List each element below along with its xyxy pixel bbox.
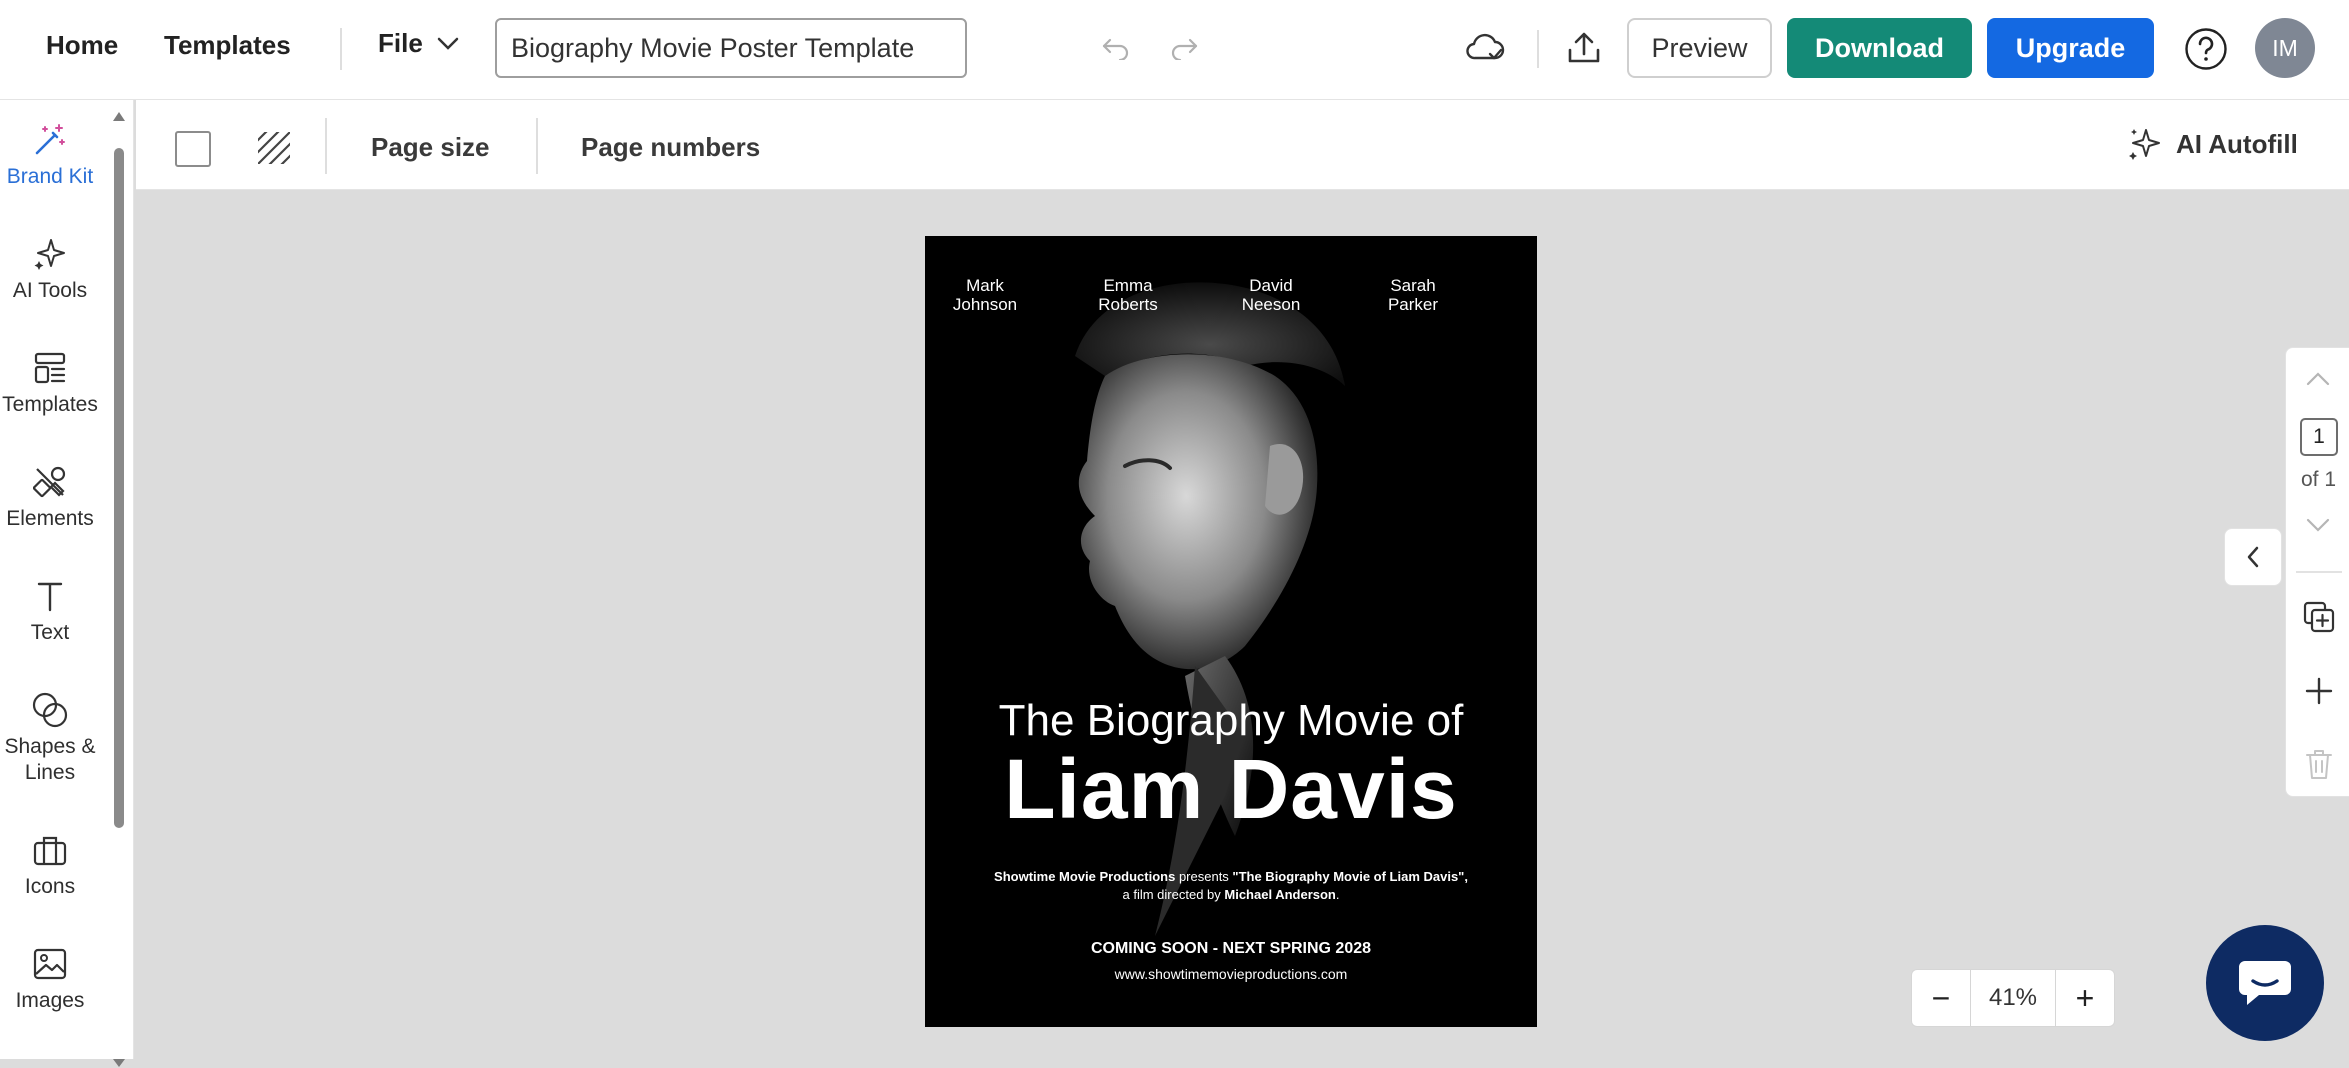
sidebar-item-shapes-lines[interactable]: Shapes & Lines: [0, 690, 100, 786]
image-icon: [32, 944, 68, 984]
credit-directed: a film directed by: [1122, 887, 1225, 902]
cast-last-name: Neeson: [1241, 295, 1301, 314]
divider: [2296, 571, 2342, 573]
credit-presents: presents: [1175, 869, 1233, 884]
pattern-icon[interactable]: [256, 130, 292, 166]
avatar[interactable]: IM: [2255, 18, 2315, 78]
poster-pre-title[interactable]: The Biography Movie of: [925, 696, 1537, 746]
cast-first-name: Mark: [966, 276, 1004, 295]
poster-title[interactable]: Liam Davis: [925, 741, 1537, 838]
elements-icon: [33, 462, 67, 502]
file-menu-label: File: [378, 28, 423, 58]
cast-last-name: Roberts: [1098, 295, 1158, 314]
background-color-swatch[interactable]: [175, 131, 211, 167]
page-count-label: of 1: [2301, 468, 2337, 491]
upgrade-button[interactable]: Upgrade: [1987, 18, 2154, 78]
sidebar-item-label: Templates: [2, 393, 98, 416]
nav-templates[interactable]: Templates: [164, 30, 291, 61]
sidebar-item-images[interactable]: Images: [0, 944, 100, 1014]
zoom-control: − 41% +: [1911, 969, 2115, 1027]
add-page-icon[interactable]: [2304, 676, 2334, 706]
cast-last-name: Johnson: [952, 295, 1018, 314]
zoom-in-button[interactable]: +: [2056, 970, 2114, 1026]
poster-page[interactable]: Mark Johnson Emma Roberts David Neeson S…: [925, 236, 1537, 1027]
sidebar-item-label: Text: [30, 621, 70, 644]
divider: [340, 28, 342, 70]
sidebar-item-elements[interactable]: Elements: [0, 462, 100, 532]
page-numbers-button[interactable]: Page numbers: [581, 132, 760, 163]
trash-icon[interactable]: [2305, 748, 2333, 780]
sidebar-item-brand-kit[interactable]: Brand Kit: [0, 120, 100, 190]
page-panel: 1 of 1: [2285, 347, 2349, 797]
chevron-up-icon[interactable]: [2306, 372, 2330, 386]
sidebar-scrollbar[interactable]: [112, 110, 125, 1067]
upload-icon[interactable]: [1562, 26, 1606, 70]
file-menu[interactable]: File: [378, 28, 459, 59]
poster-coming-soon[interactable]: COMING SOON - NEXT SPRING 2028: [925, 940, 1537, 958]
sidebar-item-label: Icons: [24, 875, 76, 898]
credit-studio: Showtime Movie Productions: [994, 869, 1176, 884]
top-bar: Home Templates File Preview Download Upg…: [0, 0, 2349, 100]
sidebar-item-templates[interactable]: Templates: [0, 348, 100, 418]
shapes-icon: [31, 690, 69, 730]
sidebar-item-text[interactable]: Text: [0, 576, 100, 646]
nav-home[interactable]: Home: [46, 30, 118, 61]
credit-director: Michael Anderson: [1224, 887, 1336, 902]
redo-icon[interactable]: [1166, 30, 1202, 66]
collapse-panel-button[interactable]: [2224, 528, 2282, 586]
sidebar-item-label: Elements: [6, 507, 94, 530]
portrait-image[interactable]: [925, 236, 1537, 1027]
cast-member[interactable]: Mark Johnson: [925, 276, 1045, 314]
sparkles-icon: [2126, 126, 2162, 162]
download-button[interactable]: Download: [1787, 18, 1972, 78]
cast-member[interactable]: David Neeson: [1211, 276, 1331, 314]
templates-icon: [33, 348, 67, 388]
text-icon: [33, 576, 67, 616]
divider: [1537, 30, 1539, 68]
chevron-down-icon[interactable]: [2306, 518, 2330, 532]
chat-bubble-icon: [2235, 957, 2295, 1009]
poster-credit-line-1[interactable]: Showtime Movie Productions presents "The…: [925, 869, 1537, 884]
sidebar-item-label: Brand Kit: [6, 165, 94, 188]
sidebar-item-icons[interactable]: Icons: [0, 830, 100, 900]
poster-url[interactable]: www.showtimemovieproductions.com: [925, 966, 1537, 982]
sidebar-item-label: Shapes & Lines: [4, 735, 96, 784]
sidebar-item-label: Images: [15, 989, 85, 1012]
page-number-input[interactable]: 1: [2300, 418, 2338, 456]
undo-icon[interactable]: [1098, 30, 1134, 66]
zoom-value[interactable]: 41%: [1970, 970, 2056, 1026]
cast-member[interactable]: Emma Roberts: [1068, 276, 1188, 314]
cast-first-name: Emma: [1103, 276, 1153, 295]
page-toolbar: Page size Page numbers AI Autofill: [136, 100, 2349, 190]
document-title-input[interactable]: [495, 18, 967, 78]
briefcase-icon: [32, 830, 68, 870]
help-icon[interactable]: [2183, 26, 2229, 72]
cast-first-name: David: [1249, 276, 1293, 295]
sidebar-item-ai-tools[interactable]: AI Tools: [0, 234, 100, 304]
divider: [325, 118, 327, 174]
zoom-out-button[interactable]: −: [1912, 970, 1970, 1026]
left-sidebar: Brand Kit AI Tools Templates Elements Te…: [0, 100, 134, 1067]
magic-wand-icon: [33, 120, 67, 160]
cloud-saved-icon[interactable]: [1462, 26, 1508, 70]
ai-autofill-button[interactable]: AI Autofill: [2126, 126, 2298, 162]
sidebar-item-label: AI Tools: [12, 279, 88, 302]
cast-member[interactable]: Sarah Parker: [1353, 276, 1473, 314]
page-size-button[interactable]: Page size: [371, 132, 490, 163]
sparkles-icon: [33, 234, 67, 274]
credit-end: .: [1335, 887, 1340, 902]
cast-last-name: Parker: [1387, 295, 1439, 314]
duplicate-page-icon[interactable]: [2302, 600, 2336, 634]
cast-first-name: Sarah: [1390, 276, 1436, 295]
divider: [536, 118, 538, 174]
preview-button[interactable]: Preview: [1627, 18, 1772, 78]
chat-button[interactable]: [2206, 925, 2324, 1041]
credit-film: "The Biography Movie of Liam Davis",: [1232, 869, 1468, 884]
chevron-left-icon: [2245, 545, 2261, 569]
scrollbar-thumb[interactable]: [114, 148, 124, 828]
poster-credit-line-2[interactable]: a film directed by Michael Anderson.: [925, 887, 1537, 902]
ai-autofill-label: AI Autofill: [2176, 128, 2298, 159]
chevron-down-icon: [437, 37, 459, 51]
